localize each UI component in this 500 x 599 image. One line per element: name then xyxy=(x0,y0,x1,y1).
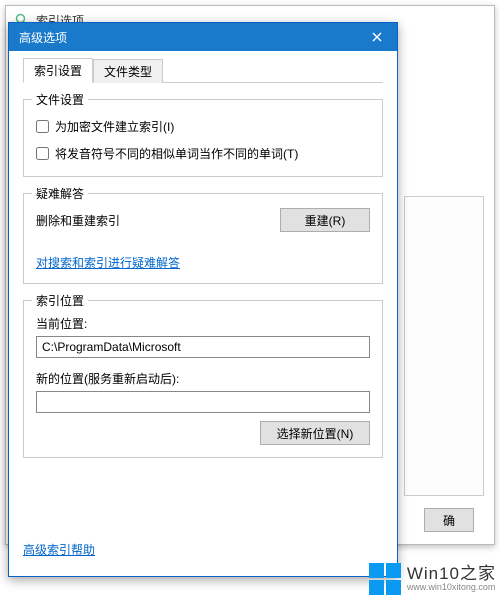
parent-side-panel xyxy=(404,196,484,496)
advanced-index-help-link[interactable]: 高级索引帮助 xyxy=(23,541,95,558)
advanced-options-dialog: 高级选项 索引设置 文件类型 文件设置 为加密文件建立索引(I) 将发音符号不同… xyxy=(8,22,398,577)
group-index-location: 索引位置 当前位置: 新的位置(服务重新启动后): 选择新位置(N) xyxy=(23,300,383,458)
group-index-location-legend: 索引位置 xyxy=(32,292,88,309)
checkbox-diacritics[interactable]: 将发音符号不同的相似单词当作不同的单词(T) xyxy=(36,145,370,162)
tab-index-settings[interactable]: 索引设置 xyxy=(23,58,93,83)
checkbox-encrypted-input[interactable] xyxy=(36,120,49,133)
current-location-label: 当前位置: xyxy=(36,315,370,332)
checkbox-encrypted[interactable]: 为加密文件建立索引(I) xyxy=(36,118,370,135)
new-location-label: 新的位置(服务重新启动后): xyxy=(36,370,370,387)
group-troubleshoot: 疑难解答 删除和重建索引 重建(R) 对搜索和索引进行疑难解答 xyxy=(23,193,383,284)
checkbox-encrypted-label: 为加密文件建立索引(I) xyxy=(55,118,174,135)
current-location-field[interactable] xyxy=(36,336,370,358)
dialog-titlebar: 高级选项 xyxy=(9,23,397,51)
troubleshoot-search-link[interactable]: 对搜索和索引进行疑难解答 xyxy=(36,254,180,271)
close-icon[interactable] xyxy=(363,27,391,47)
tab-strip: 索引设置 文件类型 xyxy=(23,59,383,83)
select-new-location-button[interactable]: 选择新位置(N) xyxy=(260,421,370,445)
troubleshoot-row: 删除和重建索引 重建(R) xyxy=(36,208,370,232)
parent-ok-button[interactable]: 确 xyxy=(424,508,474,532)
rebuild-button[interactable]: 重建(R) xyxy=(280,208,370,232)
checkbox-diacritics-label: 将发音符号不同的相似单词当作不同的单词(T) xyxy=(55,145,298,162)
dialog-title: 高级选项 xyxy=(19,29,363,46)
tab-file-types[interactable]: 文件类型 xyxy=(93,59,163,83)
troubleshoot-desc: 删除和重建索引 xyxy=(36,212,120,229)
watermark-title: Win10之家 xyxy=(407,565,496,584)
parent-button-row: 确 xyxy=(424,508,474,532)
new-location-field[interactable] xyxy=(36,391,370,413)
checkbox-diacritics-input[interactable] xyxy=(36,147,49,160)
group-file-settings-legend: 文件设置 xyxy=(32,91,88,108)
watermark-text: Win10之家 www.win10xitong.com xyxy=(407,565,496,594)
group-file-settings: 文件设置 为加密文件建立索引(I) 将发音符号不同的相似单词当作不同的单词(T) xyxy=(23,99,383,177)
dialog-body: 索引设置 文件类型 文件设置 为加密文件建立索引(I) 将发音符号不同的相似单词… xyxy=(9,51,397,576)
watermark-url: www.win10xitong.com xyxy=(407,583,496,593)
group-troubleshoot-legend: 疑难解答 xyxy=(32,185,88,202)
